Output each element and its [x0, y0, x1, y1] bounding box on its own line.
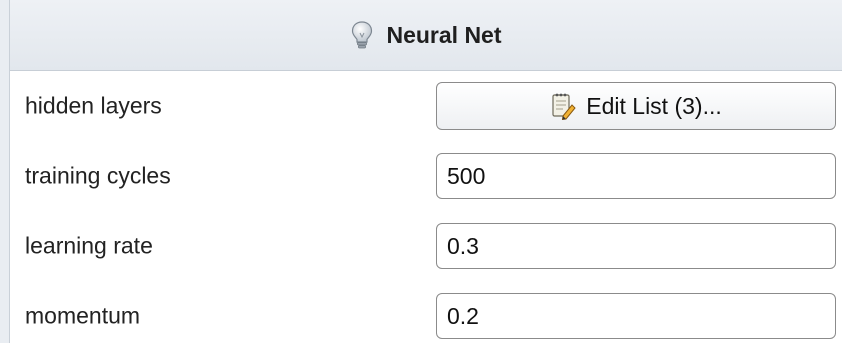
learning-rate-value: 0.3 [447, 232, 479, 259]
param-row-momentum: momentum 0.2 [10, 281, 842, 343]
momentum-value: 0.2 [447, 302, 479, 329]
param-label-learning-rate: learning rate [25, 232, 153, 259]
param-row-hidden-layers: hidden layers Edit List (3)... [10, 71, 842, 141]
edit-list-button[interactable]: Edit List (3)... [436, 82, 836, 130]
momentum-input[interactable]: 0.2 [436, 293, 836, 339]
learning-rate-input[interactable]: 0.3 [436, 223, 836, 269]
param-label-training-cycles: training cycles [25, 162, 171, 189]
operator-header: Neural Net [10, 0, 842, 71]
param-label-hidden-layers: hidden layers [25, 92, 162, 119]
param-row-training-cycles: training cycles 500 [10, 141, 842, 211]
param-row-learning-rate: learning rate 0.3 [10, 211, 842, 281]
training-cycles-value: 500 [447, 162, 486, 189]
operator-title: Neural Net [386, 21, 502, 48]
training-cycles-input[interactable]: 500 [436, 153, 836, 199]
lightbulb-icon [350, 20, 374, 50]
panel-left-edge [0, 0, 10, 343]
notepad-edit-icon [550, 92, 576, 121]
parameters-panel: Neural Net hidden layers Edit List (3)..… [0, 0, 842, 343]
param-label-momentum: momentum [25, 302, 141, 329]
edit-list-label: Edit List (3)... [586, 92, 722, 119]
